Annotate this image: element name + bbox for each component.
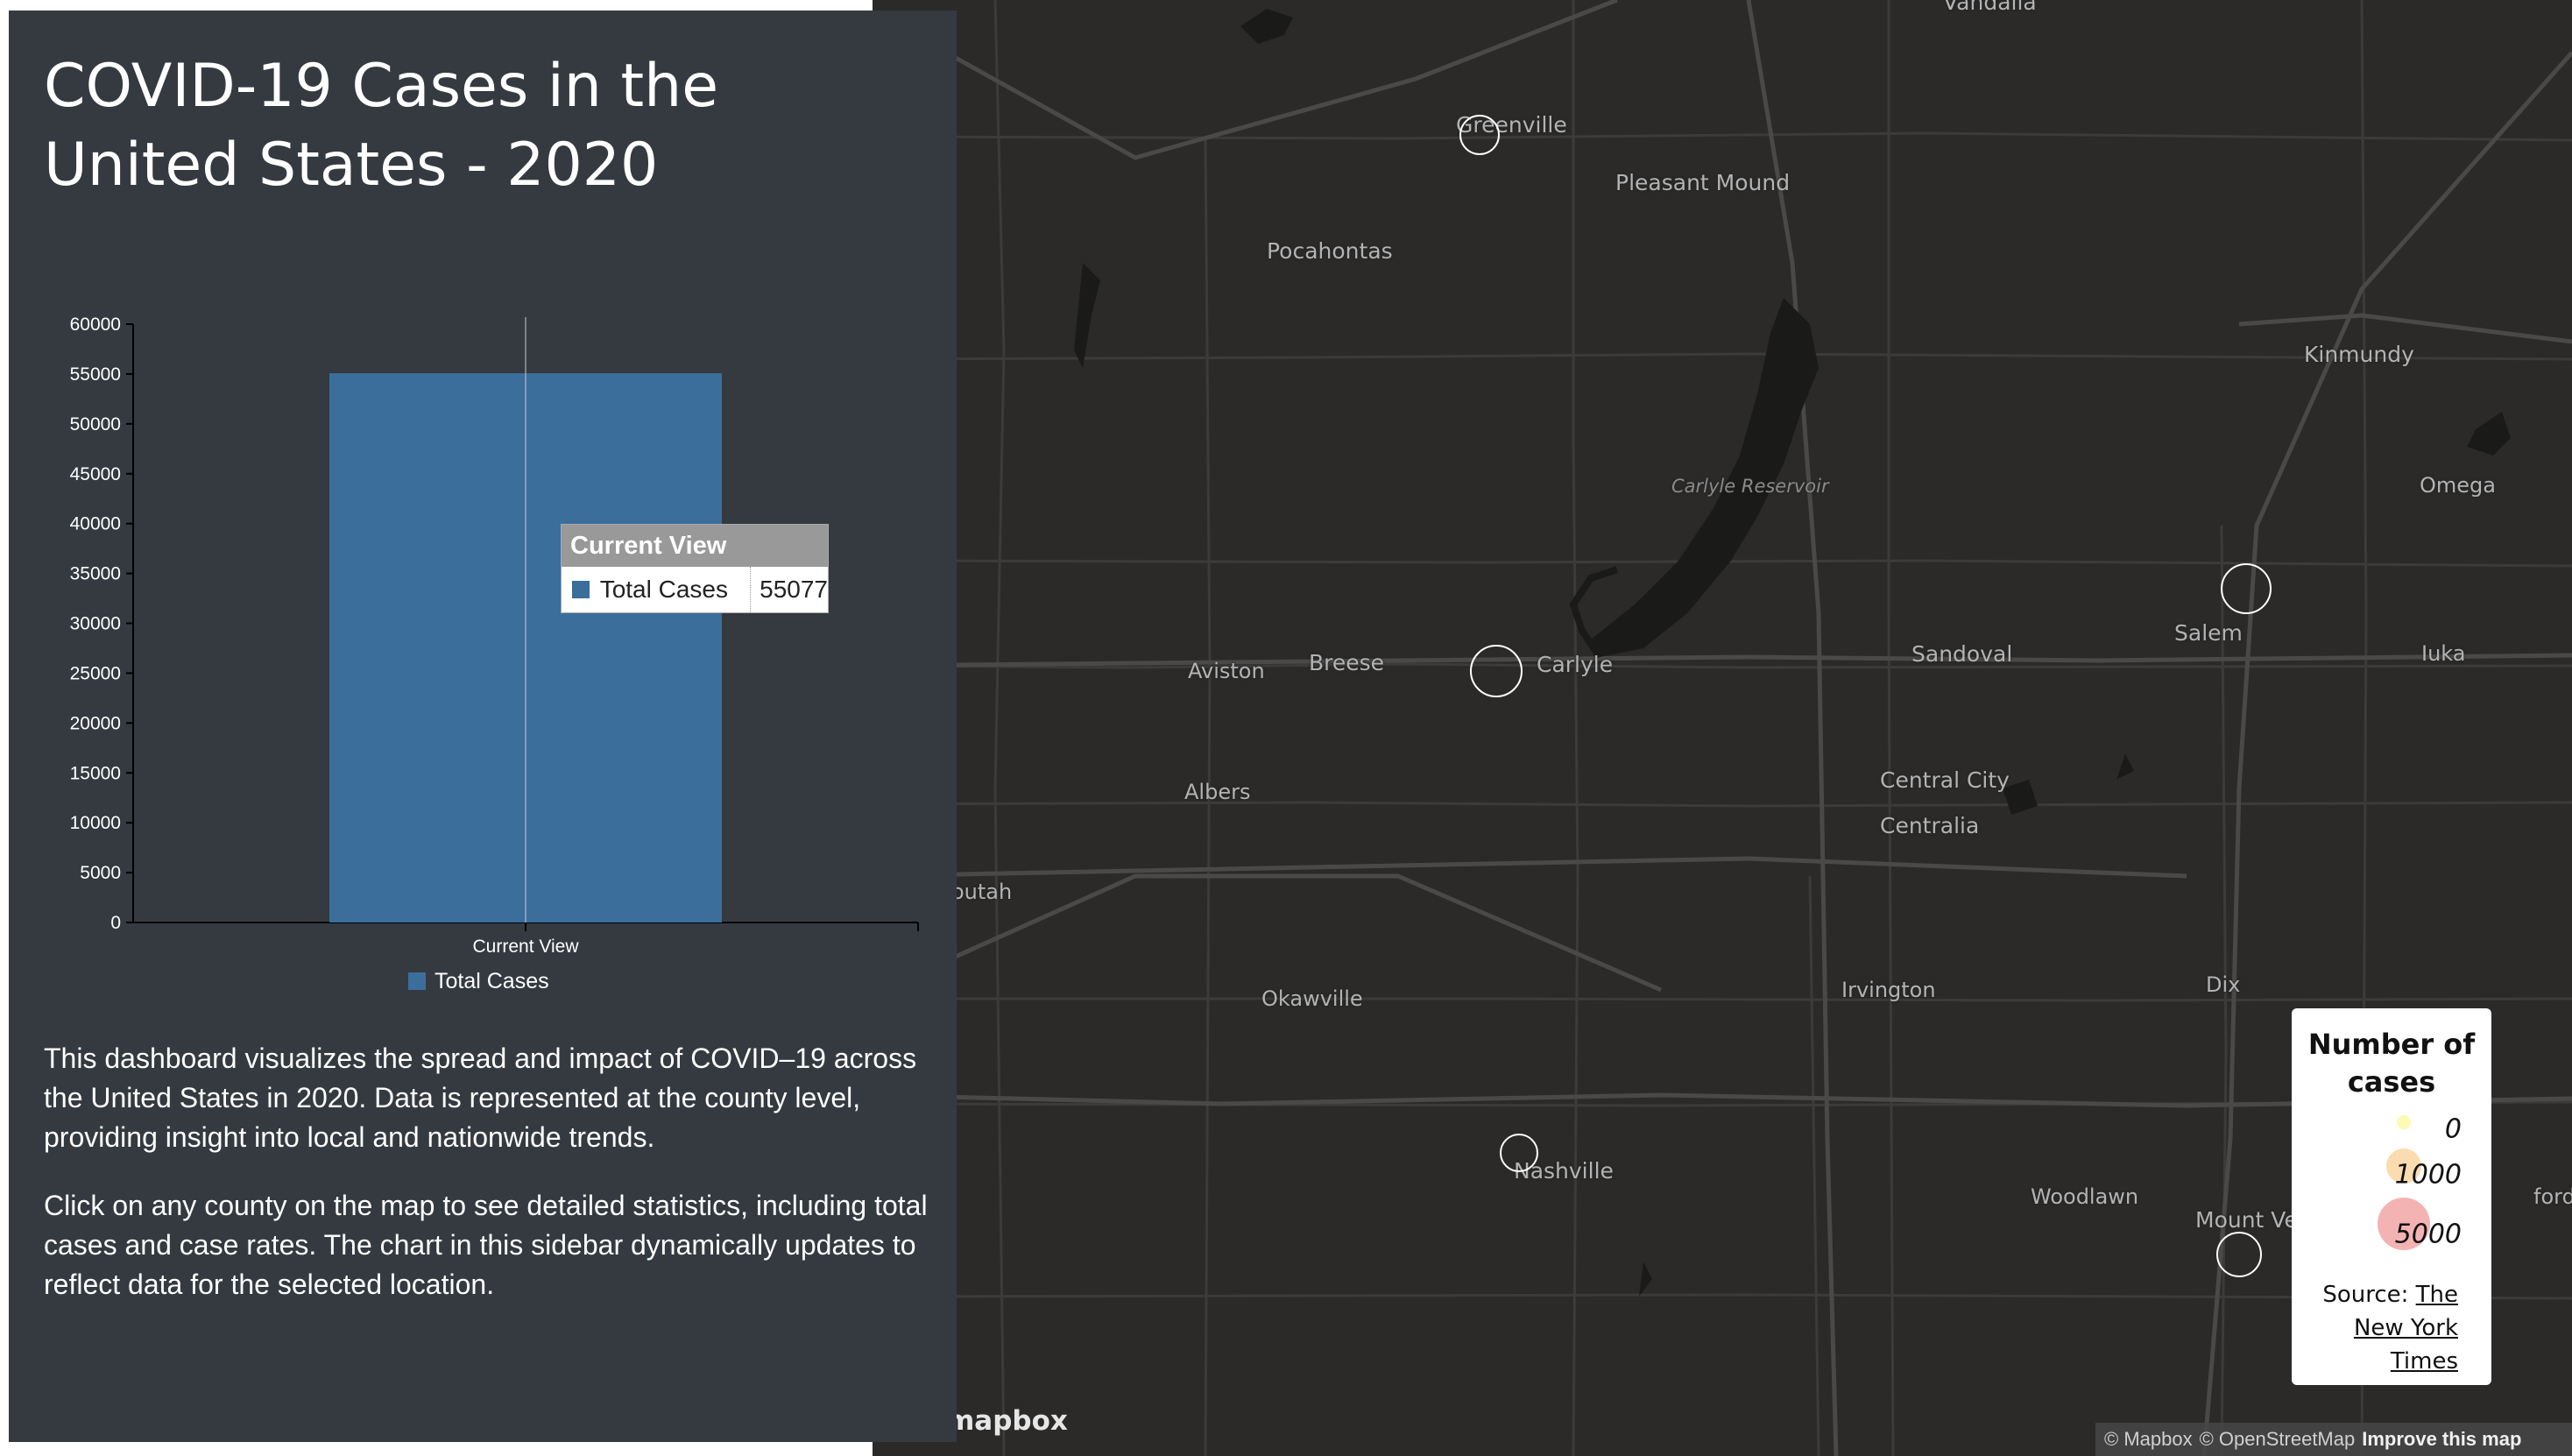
place-label-kinmundy: Kinmundy [2304, 342, 2414, 367]
tooltip-row: Total Cases 55077 [562, 567, 828, 612]
y-tick-label: 0 [110, 913, 121, 933]
place-label-vandalia: Vandalia [1943, 0, 2037, 15]
place-label-dix: Dix [2206, 972, 2241, 997]
place-label-mount-vernon: Mount Ve [2195, 1207, 2298, 1233]
place-label-breese: Breese [1309, 650, 1385, 675]
description-paragraph-2: Click on any county on the map to see de… [44, 1190, 928, 1300]
place-label-omega: Omega [2420, 473, 2496, 498]
case-marker-carlyle[interactable] [1470, 645, 1523, 697]
legend-label-5000: 5000 [2394, 1219, 2462, 1250]
legend-label-total-cases: Total Cases [435, 969, 549, 993]
cases-chart: 0 5000 10000 15000 20000 25000 30000 35000 40000… [70, 315, 919, 993]
place-label-pocahontas: Pocahontas [1267, 238, 1393, 264]
y-tick-label: 15000 [70, 763, 121, 783]
y-tick-label: 50000 [70, 414, 121, 435]
place-label-irvington: Irvington [1841, 978, 1936, 1002]
place-label-pleasant-mound: Pleasant Mound [1615, 170, 1791, 195]
improve-map-link[interactable]: Improve this map [2362, 1428, 2521, 1451]
tooltip-value: 55077 [750, 567, 828, 612]
tooltip-label: Total Cases [599, 576, 728, 603]
place-label-iuka: Iuka [2421, 641, 2466, 666]
place-label-sandoval: Sandoval [1911, 641, 2013, 667]
y-tick-label: 55000 [70, 364, 121, 385]
attribution-mapbox-link[interactable]: © Mapbox [2104, 1428, 2193, 1451]
y-tick-label: 30000 [70, 614, 121, 634]
legend-label-0: 0 [2444, 1113, 2462, 1145]
y-tick-label: 45000 [70, 464, 121, 484]
place-label-salem: Salem [2174, 620, 2243, 646]
legend-label-1000: 1000 [2394, 1159, 2462, 1191]
case-marker-nashville[interactable] [1500, 1134, 1538, 1172]
description-paragraph-1: This dashboard visualizes the spread and… [44, 1043, 917, 1153]
tooltip-swatch [572, 581, 590, 598]
y-tick-label: 20000 [70, 713, 121, 733]
place-label-okawville: Okawville [1261, 986, 1363, 1011]
sidebar: COVID-19 Cases in the United States - 20… [9, 11, 957, 1442]
place-label-centralia: Centralia [1880, 813, 1980, 838]
place-label-bluford: ford [2533, 1184, 2572, 1209]
chart-tooltip: Current View Total Cases 55077 [561, 524, 829, 613]
place-label-carlyle: Carlyle [1537, 652, 1614, 677]
y-tick-label: 60000 [70, 315, 121, 335]
place-label-carlyle-reservoir: Carlyle Reservoir [1671, 476, 1829, 497]
x-tick-label: Current View [473, 937, 580, 957]
place-label-aviston: Aviston [1188, 659, 1265, 683]
place-label-mascoutah: outah [951, 880, 1013, 904]
place-label-central-city: Central City [1880, 767, 2010, 793]
case-marker-mount-vernon[interactable] [2216, 1232, 2262, 1277]
place-label-woodlawn: Woodlawn [2031, 1184, 2139, 1209]
map-attribution: © Mapbox © OpenStreetMap Improve this ma… [2095, 1423, 2572, 1456]
map-legend: Number of cases 0 1000 5000 Source: The … [2292, 1008, 2491, 1385]
chart-legend: Total Cases [408, 969, 549, 993]
y-tick-label: 25000 [70, 663, 121, 683]
y-tick-label: 35000 [70, 564, 121, 584]
place-label-albers: Albers [1184, 780, 1251, 804]
legend-circle-0 [2397, 1115, 2411, 1129]
legend-source-prefix: Source: [2322, 1282, 2409, 1308]
y-tick-label: 10000 [70, 813, 121, 833]
legend-swatch-total-cases [408, 972, 426, 990]
case-marker-greenville[interactable] [1459, 115, 1500, 155]
tooltip-title: Current View [562, 525, 828, 567]
case-marker-salem[interactable] [2221, 563, 2272, 614]
attribution-osm-link[interactable]: © OpenStreetMap [2200, 1428, 2356, 1451]
legend-source: Source: The New York Times [2292, 1278, 2458, 1378]
legend-title: Number of cases [2307, 1028, 2476, 1099]
y-tick-label: 40000 [70, 514, 121, 534]
mapbox-logo[interactable]: mapbox [946, 1405, 1068, 1437]
y-tick-label: 5000 [80, 863, 121, 883]
